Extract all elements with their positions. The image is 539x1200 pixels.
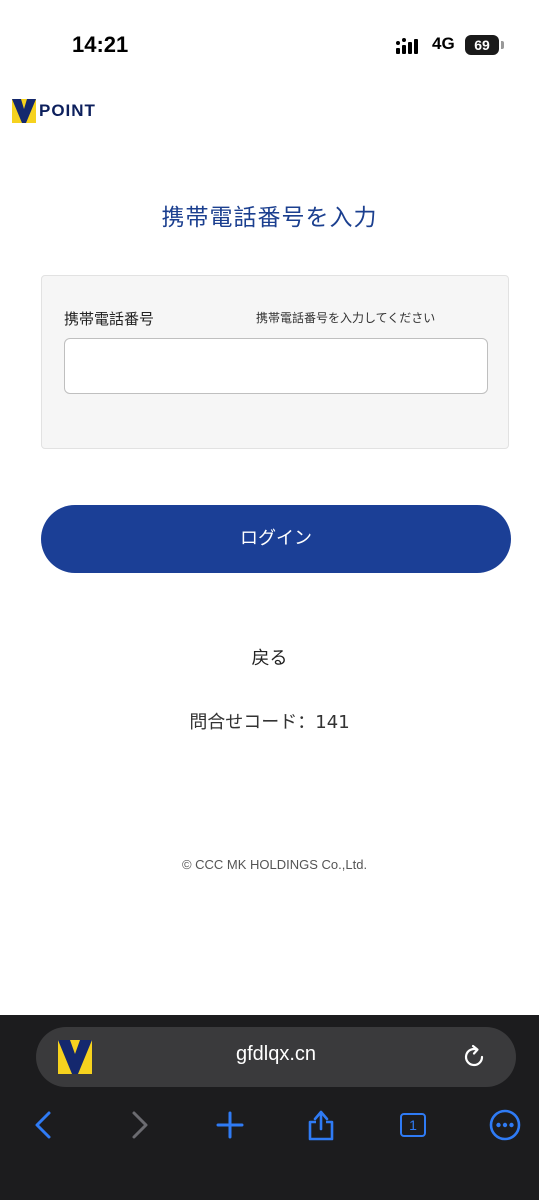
url-text: gfdlqx.cn	[235, 1043, 317, 1065]
more-options-icon[interactable]	[485, 1105, 525, 1145]
browser-toolbar: gfdlqx.cn 1	[0, 1015, 539, 1200]
tabs-button[interactable]: 1	[394, 1105, 434, 1145]
login-button[interactable]: ログイン	[41, 505, 511, 573]
share-icon[interactable]	[301, 1105, 341, 1145]
battery-nub	[501, 41, 504, 49]
reload-icon[interactable]	[460, 1043, 488, 1071]
phone-form-card: 携帯電話番号 携帯電話番号を入力してください	[41, 275, 509, 449]
signal-icon	[396, 38, 418, 54]
phone-input[interactable]	[64, 338, 488, 394]
copyright: © CCC MK HOLDINGS Co.,Ltd.	[181, 857, 368, 872]
new-tab-plus-icon[interactable]	[210, 1105, 250, 1145]
battery-icon: 69	[465, 35, 499, 55]
address-bar[interactable]: gfdlqx.cn	[36, 1027, 516, 1087]
page-title: 携帯電話番号を入力	[161, 205, 378, 231]
clock: 14:21	[72, 32, 129, 57]
phone-hint: 携帯電話番号を入力してください	[256, 311, 436, 325]
vpoint-logo[interactable]: POINT	[12, 98, 96, 124]
v-logo-icon	[12, 99, 36, 123]
back-arrow-icon[interactable]	[24, 1105, 64, 1145]
phone-label: 携帯電話番号	[64, 310, 155, 328]
forward-arrow-icon[interactable]	[119, 1105, 159, 1145]
logo-text: POINT	[39, 101, 96, 120]
tab-count: 1	[409, 1117, 417, 1133]
back-link[interactable]: 戻る	[0, 644, 539, 670]
inquiry-code: 問合せコード：141	[189, 712, 350, 733]
network-type: 4G	[432, 34, 455, 53]
status-bar: 14:21 4G 69	[0, 0, 539, 80]
